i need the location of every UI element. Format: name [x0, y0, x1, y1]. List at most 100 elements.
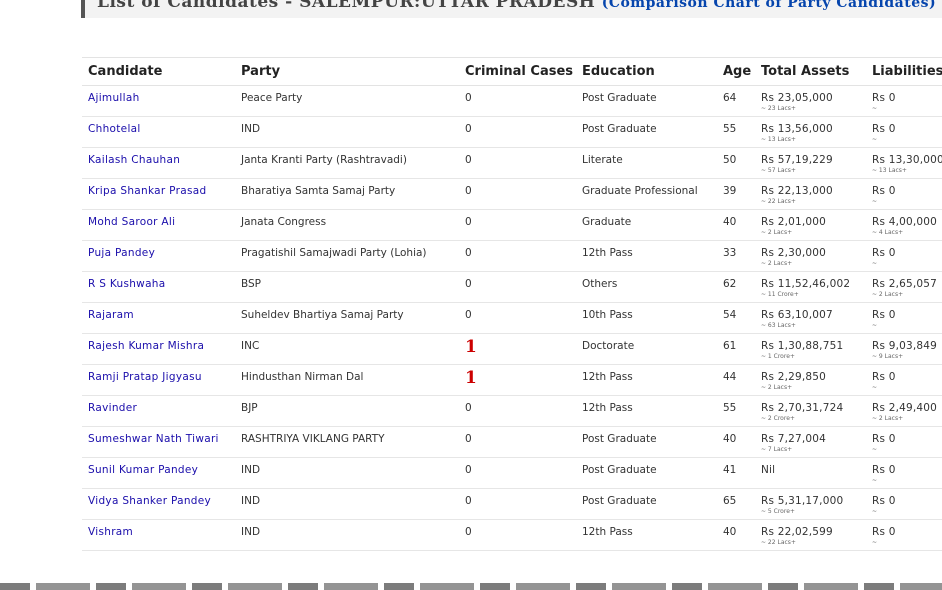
age-cell: 33 — [717, 240, 755, 272]
party-cell: BJP — [235, 395, 459, 427]
total-assets-value: Rs 22,02,599 — [761, 526, 833, 538]
total-assets-value: Rs 11,52,46,002 — [761, 278, 851, 290]
candidate-name-link[interactable]: Puja Pandey — [88, 247, 155, 259]
total-assets-cell: Rs 57,19,229 ~ 57 Lacs+ — [755, 147, 866, 179]
col-header-education[interactable]: Education — [576, 57, 717, 86]
liabilities-approx: ~ — [872, 105, 878, 112]
candidate-name-link[interactable]: Kripa Shankar Prasad — [88, 185, 206, 197]
col-header-criminal-cases[interactable]: Criminal Cases — [459, 57, 576, 86]
table-row: Ravinder BJP 0 12th Pass 55 Rs 2,70,31,724 ~ 2… — [82, 395, 942, 427]
candidate-name-link[interactable]: Kailash Chauhan — [88, 154, 180, 166]
liabilities-cell: Rs 0 ~ — [866, 457, 942, 489]
criminal-cases-cell: 0 — [459, 85, 576, 117]
candidate-name-link[interactable]: Vishram — [88, 526, 133, 538]
education-cell: 12th Pass — [576, 395, 717, 427]
criminal-cases-cell: 0 — [459, 457, 576, 489]
candidate-name-link[interactable]: Rajesh Kumar Mishra — [88, 340, 204, 352]
liabilities-approx: ~ — [872, 477, 878, 484]
liabilities-approx: ~ — [872, 539, 878, 546]
col-header-candidate[interactable]: Candidate — [82, 57, 235, 86]
total-assets-approx: ~ 22 Lacs+ — [761, 539, 796, 546]
liabilities-cell: Rs 0 ~ — [866, 426, 942, 458]
liabilities-approx: ~ 2 Lacs+ — [872, 415, 904, 422]
party-cell: Pragatishil Samajwadi Party (Lohia) — [235, 240, 459, 272]
criminal-cases-value: 0 — [465, 123, 472, 135]
liabilities-cell: Rs 0 ~ — [866, 240, 942, 272]
total-assets-value: Rs 1,30,88,751 — [761, 340, 844, 352]
age-cell: 54 — [717, 302, 755, 334]
party-cell: Bharatiya Samta Samaj Party — [235, 178, 459, 210]
candidate-name-link[interactable]: Sunil Kumar Pandey — [88, 464, 198, 476]
education-cell: Graduate — [576, 209, 717, 241]
criminal-cases-value: 0 — [465, 433, 472, 445]
candidate-cell: Sumeshwar Nath Tiwari — [82, 426, 235, 458]
total-assets-cell: Rs 2,01,000 ~ 2 Lacs+ — [755, 209, 866, 241]
total-assets-cell: Rs 11,52,46,002 ~ 11 Crore+ — [755, 271, 866, 303]
age-cell: 40 — [717, 209, 755, 241]
candidate-cell: Vishram — [82, 519, 235, 551]
candidate-name-link[interactable]: Vidya Shanker Pandey — [88, 495, 211, 507]
candidate-cell: Rajesh Kumar Mishra — [82, 333, 235, 365]
liabilities-cell: Rs 0 ~ — [866, 85, 942, 117]
candidate-cell: Kripa Shankar Prasad — [82, 178, 235, 210]
col-header-liabilities[interactable]: Liabilities — [866, 57, 942, 86]
col-header-total-assets[interactable]: Total Assets — [755, 57, 866, 86]
liabilities-cell: Rs 0 ~ — [866, 178, 942, 210]
liabilities-approx: ~ — [872, 508, 878, 515]
total-assets-approx: ~ 7 Lacs+ — [761, 446, 793, 453]
total-assets-value: Rs 2,29,850 — [761, 371, 827, 383]
party-cell: Hindusthan Nirman Dal — [235, 364, 459, 396]
criminal-cases-cell: 0 — [459, 116, 576, 148]
candidate-name-link[interactable]: Chhotelal — [88, 123, 141, 135]
liabilities-cell: Rs 0 ~ — [866, 302, 942, 334]
footer-text-strip — [0, 583, 942, 590]
age-cell: 44 — [717, 364, 755, 396]
liabilities-cell: Rs 0 ~ — [866, 116, 942, 148]
party-cell: Janta Kranti Party (Rashtravadi) — [235, 147, 459, 179]
candidate-name-link[interactable]: Ajimullah — [88, 92, 140, 104]
table-row: Mohd Saroor Ali Janata Congress 0 Graduate 4… — [82, 209, 942, 241]
total-assets-cell: Nil — [755, 457, 866, 489]
candidate-name-link[interactable]: Mohd Saroor Ali — [88, 216, 175, 228]
col-header-party[interactable]: Party — [235, 57, 459, 86]
education-cell: Graduate Professional — [576, 178, 717, 210]
total-assets-approx: ~ 63 Lacs+ — [761, 322, 796, 329]
candidate-name-link[interactable]: R S Kushwaha — [88, 278, 166, 290]
total-assets-cell: Rs 2,70,31,724 ~ 2 Crore+ — [755, 395, 866, 427]
age-cell: 50 — [717, 147, 755, 179]
table-row: Ramji Pratap Jigyasu Hindusthan Nirman Da… — [82, 364, 942, 396]
candidate-name-link[interactable]: Sumeshwar Nath Tiwari — [88, 433, 219, 445]
total-assets-value: Rs 13,56,000 — [761, 123, 833, 135]
total-assets-value: Rs 2,70,31,724 — [761, 402, 844, 414]
party-cell: Janata Congress — [235, 209, 459, 241]
total-assets-approx: ~ 11 Crore+ — [761, 291, 799, 298]
table-row: Kailash Chauhan Janta Kranti Party (Rasht… — [82, 147, 942, 179]
total-assets-value: Rs 63,10,007 — [761, 309, 833, 321]
education-cell: Post Graduate — [576, 457, 717, 489]
candidate-cell: Ajimullah — [82, 85, 235, 117]
table-row: Kripa Shankar Prasad Bharatiya Samta Sama… — [82, 178, 942, 210]
liabilities-approx: ~ — [872, 136, 878, 143]
criminal-cases-value: 0 — [465, 247, 472, 259]
total-assets-cell: Rs 7,27,004 ~ 7 Lacs+ — [755, 426, 866, 458]
age-cell: 64 — [717, 85, 755, 117]
criminal-cases-cell: 1 — [459, 364, 576, 396]
comparison-chart-link[interactable]: (Comparison Chart of Party Candidates) — [602, 0, 936, 11]
candidate-name-link[interactable]: Rajaram — [88, 309, 134, 321]
total-assets-approx: ~ 22 Lacs+ — [761, 198, 796, 205]
party-cell: BSP — [235, 271, 459, 303]
candidate-name-link[interactable]: Ravinder — [88, 402, 137, 414]
age-cell: 62 — [717, 271, 755, 303]
candidates-table-body: Ajimullah Peace Party 0 Post Graduate 64 Rs 2… — [82, 85, 942, 551]
education-cell: Post Graduate — [576, 116, 717, 148]
liabilities-value: Rs 0 — [872, 123, 896, 135]
total-assets-value: Rs 57,19,229 — [761, 154, 833, 166]
total-assets-value: Rs 22,13,000 — [761, 185, 833, 197]
criminal-cases-value: 0 — [465, 216, 472, 228]
total-assets-value: Rs 2,30,000 — [761, 247, 827, 259]
table-row: Vidya Shanker Pandey IND 0 Post Graduate 65 R… — [82, 488, 942, 520]
candidate-name-link[interactable]: Ramji Pratap Jigyasu — [88, 371, 202, 383]
education-cell: Doctorate — [576, 333, 717, 365]
party-cell: RASHTRIYA VIKLANG PARTY — [235, 426, 459, 458]
col-header-age[interactable]: Age — [717, 57, 755, 86]
